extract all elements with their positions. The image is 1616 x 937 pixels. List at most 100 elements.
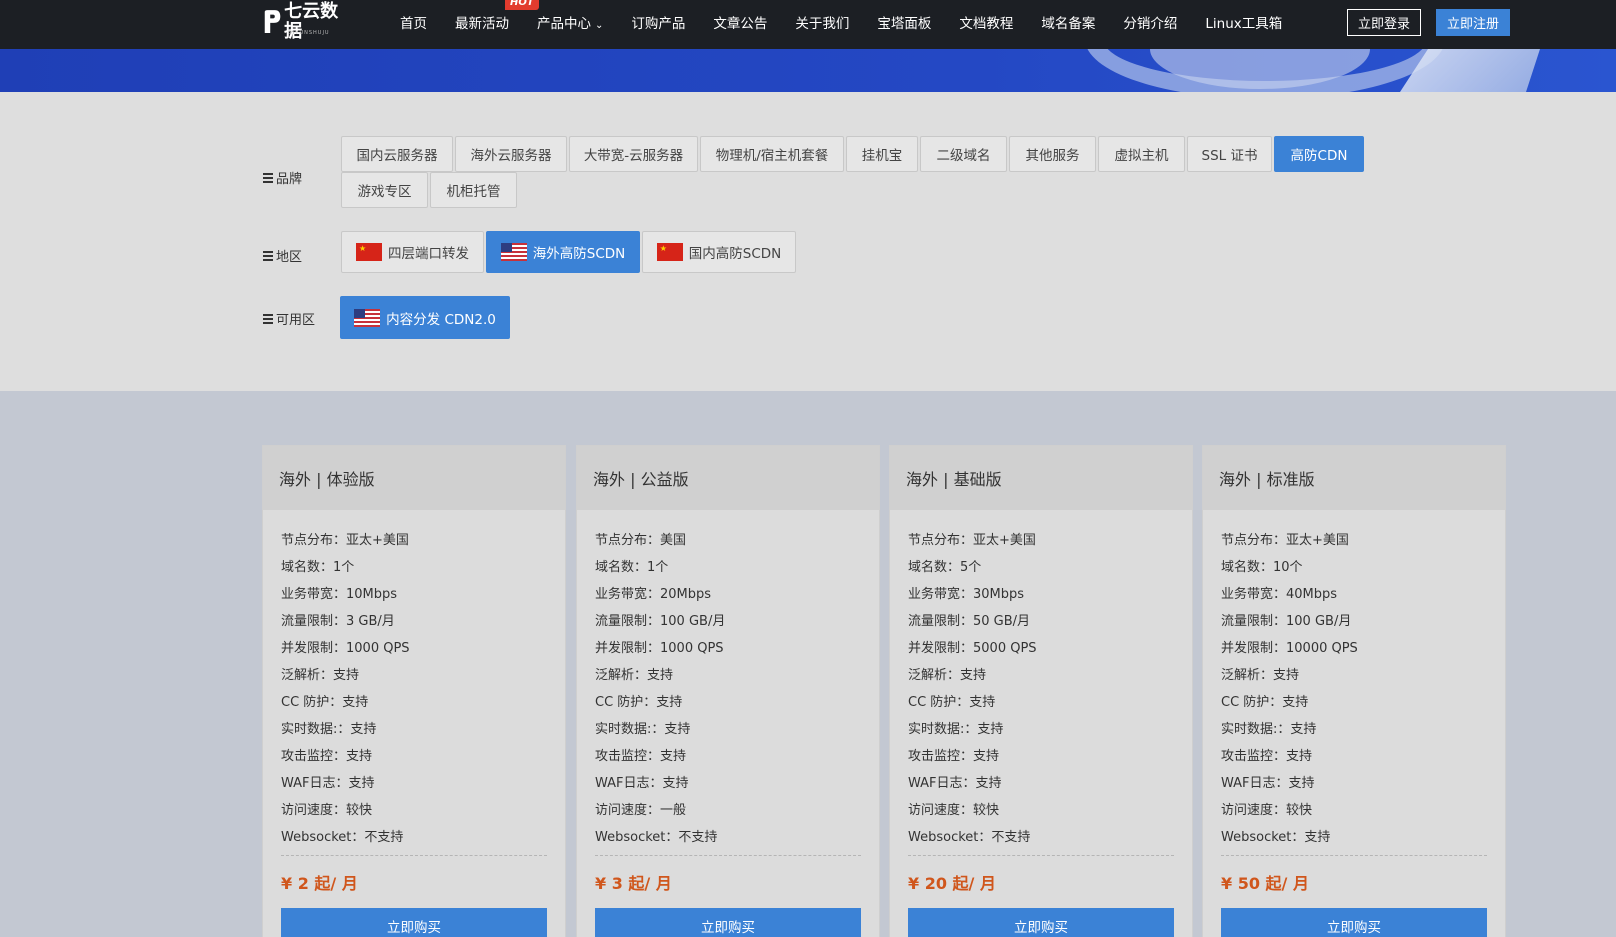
us-flag-icon [500, 243, 527, 261]
plan-spec: WAF日志：支持 [595, 776, 689, 791]
hero-banner [0, 49, 1616, 92]
plan-price: ¥ 2 起/ 月 [281, 874, 358, 893]
plan-spec: 泛解析：支持 [595, 668, 674, 683]
product-filter: 品牌 国内云服务器 海外云服务器 大带宽-云服务器 物理机/宿主机套餐 挂机宝 … [0, 92, 1616, 391]
buy-now-button[interactable]: 立即购买 [281, 908, 547, 937]
login-button[interactable]: 立即登录 [1347, 9, 1421, 36]
divider [908, 855, 1174, 856]
plan-spec: CC 防护：支持 [1221, 695, 1309, 710]
brand-tag[interactable]: 其他服务 [1009, 136, 1096, 172]
plan-spec: 流量限制：3 GB/月 [281, 614, 395, 629]
plan-spec: WAF日志：支持 [908, 776, 1002, 791]
plan-spec: 并发限制：1000 QPS [595, 641, 724, 656]
chevron-down-icon: ⌄ [595, 20, 604, 31]
region-tag-active[interactable]: 海外高防SCDN [486, 231, 640, 273]
logo-text: 七云数据 [284, 1, 339, 42]
nav-docs[interactable]: 文档教程 [959, 12, 1013, 32]
plan-spec: 流量限制：50 GB/月 [908, 614, 1031, 629]
plan-spec: 泛解析：支持 [281, 668, 360, 683]
plan-spec: Websocket：不支持 [595, 830, 718, 845]
plan-spec: 攻击监控：支持 [908, 749, 1000, 764]
region-tag[interactable]: 国内高防SCDN [642, 231, 796, 273]
plan-spec: 攻击监控：支持 [1221, 749, 1313, 764]
nav-order-products[interactable]: 订购产品 [631, 12, 685, 32]
brand-tag[interactable]: 国内云服务器 [341, 136, 453, 172]
plan-price: ¥ 20 起/ 月 [908, 874, 996, 893]
nav-home[interactable]: 首页 [400, 12, 427, 32]
plan-spec: 节点分布：美国 [595, 533, 687, 548]
brand-tag[interactable]: 游戏专区 [341, 172, 428, 208]
buy-now-button[interactable]: 立即购买 [908, 908, 1174, 937]
plan-price: ¥ 3 起/ 月 [595, 874, 672, 893]
plan-title: 海外 | 公益版 [577, 446, 879, 510]
plan-spec: 攻击监控：支持 [281, 749, 373, 764]
brand-tag[interactable]: SSL 证书 [1187, 136, 1272, 172]
divider [1221, 855, 1487, 856]
plan-card: 海外 | 基础版 节点分布：亚太+美国 域名数：5个 业务带宽：30Mbps 流… [889, 445, 1193, 937]
list-icon [263, 251, 273, 261]
plan-spec: 流量限制：100 GB/月 [595, 614, 726, 629]
register-button[interactable]: 立即注册 [1436, 9, 1510, 36]
plan-spec: 实时数据:：支持 [1221, 722, 1317, 737]
brand-tag[interactable]: 虚拟主机 [1098, 136, 1185, 172]
plan-price: ¥ 50 起/ 月 [1221, 874, 1309, 893]
plan-spec: 业务带宽：10Mbps [281, 587, 398, 602]
plan-title: 海外 | 体验版 [263, 446, 565, 510]
brand-label: 品牌 [263, 168, 302, 187]
zone-tag-active[interactable]: 内容分发 CDN2.0 [340, 296, 510, 339]
plan-spec: Websocket：支持 [1221, 830, 1331, 845]
list-icon [263, 173, 273, 183]
plan-spec: 泛解析：支持 [908, 668, 987, 683]
cn-flag-icon [356, 243, 382, 261]
site-logo[interactable]: 七云数据 QIYUNSHUJU [262, 2, 350, 42]
brand-tag[interactable]: 二级域名 [920, 136, 1007, 172]
nav-reseller[interactable]: 分销介绍 [1123, 12, 1177, 32]
plan-spec: 访问速度：较快 [908, 803, 1000, 818]
plan-spec: 并发限制：10000 QPS [1221, 641, 1358, 656]
plan-spec: 业务带宽：40Mbps [1221, 587, 1338, 602]
plan-list: 海外 | 体验版 节点分布：亚太+美国 域名数：1个 业务带宽：10Mbps 流… [0, 391, 1616, 937]
brand-tag[interactable]: 海外云服务器 [455, 136, 567, 172]
divider [595, 855, 861, 856]
plan-title: 海外 | 标准版 [1203, 446, 1505, 510]
cn-flag-icon [656, 243, 683, 261]
brand-tag-active[interactable]: 高防CDN [1274, 136, 1364, 172]
plan-spec: WAF日志：支持 [1221, 776, 1315, 791]
plan-spec: 域名数：1个 [281, 560, 355, 575]
plan-spec: 并发限制：1000 QPS [281, 641, 410, 656]
logo-mark-icon [264, 10, 281, 33]
brand-tag[interactable]: 大带宽-云服务器 [569, 136, 698, 172]
region-tag[interactable]: 四层端口转发 [341, 231, 484, 273]
plan-spec: Websocket：不支持 [281, 830, 404, 845]
buy-now-button[interactable]: 立即购买 [1221, 908, 1487, 937]
brand-tag[interactable]: 机柜托管 [430, 172, 517, 208]
brand-tag[interactable]: 物理机/宿主机套餐 [700, 136, 844, 172]
plan-spec: 泛解析：支持 [1221, 668, 1300, 683]
plan-spec: 实时数据:：支持 [908, 722, 1004, 737]
plan-spec: 并发限制：5000 QPS [908, 641, 1037, 656]
plan-spec: 节点分布：亚太+美国 [908, 533, 1036, 548]
nav-latest-activity[interactable]: 最新活动 HOT [455, 0, 539, 32]
nav-product-center[interactable]: 产品中心 ⌄ [537, 12, 603, 32]
nav-about-us[interactable]: 关于我们 [795, 12, 849, 32]
brand-tag[interactable]: 挂机宝 [846, 136, 918, 172]
plan-spec: CC 防护：支持 [595, 695, 683, 710]
list-icon [263, 314, 273, 324]
plan-spec: 访问速度：较快 [1221, 803, 1313, 818]
plan-spec: 实时数据:：支持 [281, 722, 377, 737]
buy-now-button[interactable]: 立即购买 [595, 908, 861, 937]
divider [281, 855, 547, 856]
nav-bt-panel[interactable]: 宝塔面板 [877, 12, 931, 32]
nav-domain-icp[interactable]: 域名备案 [1041, 12, 1095, 32]
plan-card: 海外 | 公益版 节点分布：美国 域名数：1个 业务带宽：20Mbps 流量限制… [576, 445, 880, 937]
plan-spec: Websocket：不支持 [908, 830, 1031, 845]
plan-spec: 业务带宽：20Mbps [595, 587, 712, 602]
plan-spec: 节点分布：亚太+美国 [1221, 533, 1349, 548]
plan-spec: 实时数据:：支持 [595, 722, 691, 737]
plan-spec: CC 防护：支持 [281, 695, 369, 710]
main-nav: 首页 最新活动 HOT 产品中心 ⌄ 订购产品 文章公告 关于我们 宝塔面板 文档教… [400, 0, 1310, 44]
nav-announcements[interactable]: 文章公告 [713, 12, 767, 32]
hot-badge: HOT [505, 0, 539, 10]
nav-linux-toolbox[interactable]: Linux工具箱 [1205, 12, 1282, 32]
us-flag-icon [354, 308, 381, 327]
